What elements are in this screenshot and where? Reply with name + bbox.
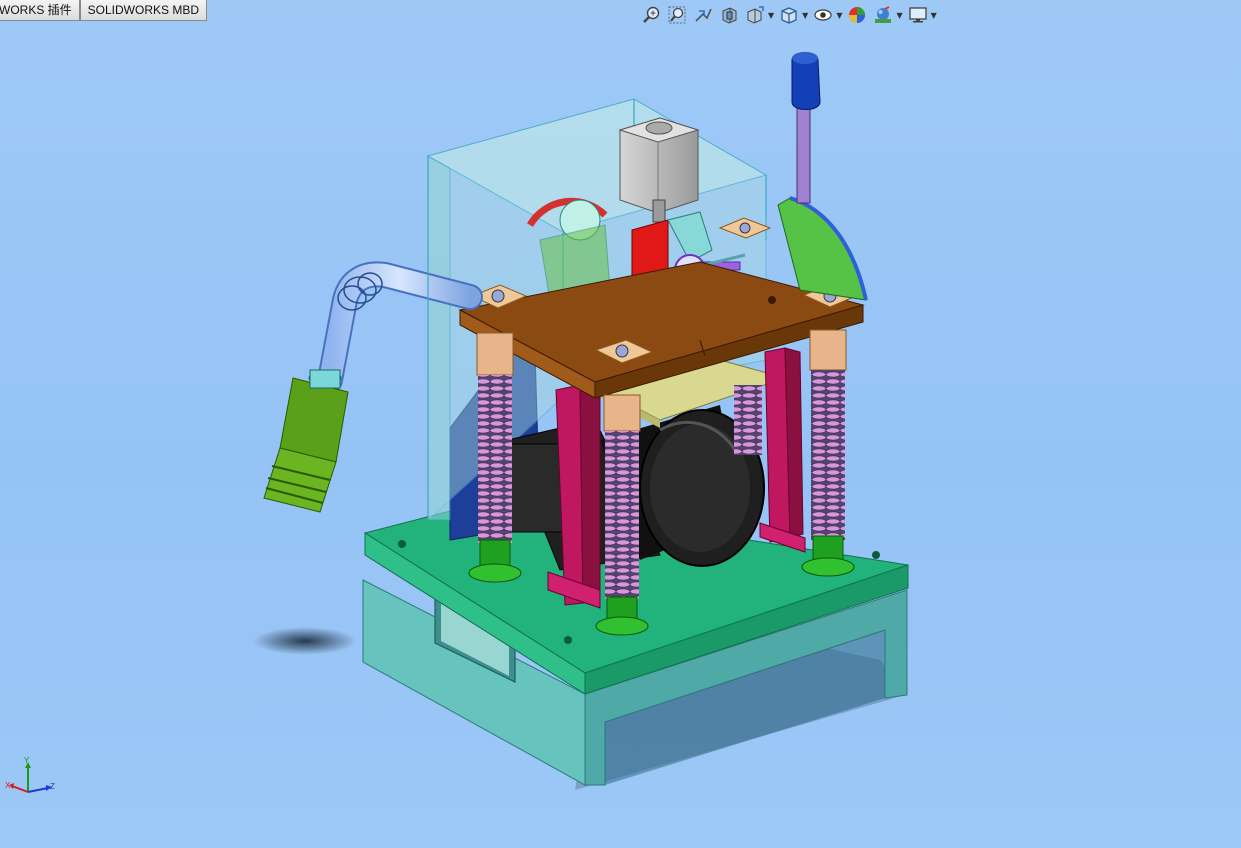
previous-view-icon [695,8,712,22]
view-orientation-icon [781,7,797,24]
chevron-down-icon[interactable]: ▼ [768,11,774,20]
triad-y-label: Y [24,756,30,765]
view-orientation-button[interactable] [778,4,800,26]
indexing-sector[interactable] [777,196,868,301]
apply-scene-button[interactable] [872,4,894,26]
view-settings-button[interactable] [907,4,929,26]
triad-x-label: X [5,781,11,790]
tab-solidworks-addins[interactable]: WORKS 插件 [0,0,80,21]
edit-appearance-icon [849,7,866,23]
reference-triad: Y X Z [4,756,60,802]
zoom-to-fit-icon [643,6,660,23]
graphics-area[interactable] [0,0,1241,848]
triad-z-label: Z [50,782,55,791]
section-view-icon [722,7,737,24]
section-view-button[interactable] [718,4,740,26]
zoom-to-fit-button[interactable] [640,4,662,26]
tab-solidworks-mbd[interactable]: SOLIDWORKS MBD [79,0,208,21]
hide-show-items-icon [814,9,832,21]
previous-view-button[interactable] [692,4,714,26]
triad-axes-icon [9,762,52,793]
nozzle[interactable] [263,369,349,513]
apply-scene-icon [875,6,892,23]
command-manager-tabs: WORKS 插件 SOLIDWORKS MBD [0,0,208,21]
heads-up-view-toolbar: ▼ ▼ ▼ ▼ ▼ [640,3,941,27]
chevron-down-icon[interactable]: ▼ [836,11,842,20]
chevron-down-icon[interactable]: ▼ [931,11,937,20]
dynamic-annotation-icon [747,6,764,24]
chevron-down-icon[interactable]: ▼ [802,11,808,20]
chevron-down-icon[interactable]: ▼ [896,11,902,20]
lever-handle[interactable] [791,52,821,204]
dynamic-annotation-button[interactable] [744,4,766,26]
zoom-to-area-button[interactable] [666,4,688,26]
view-settings-icon [908,7,927,23]
zoom-to-area-icon [668,6,686,24]
hide-show-items-button[interactable] [812,4,834,26]
edit-appearance-button[interactable] [846,4,868,26]
